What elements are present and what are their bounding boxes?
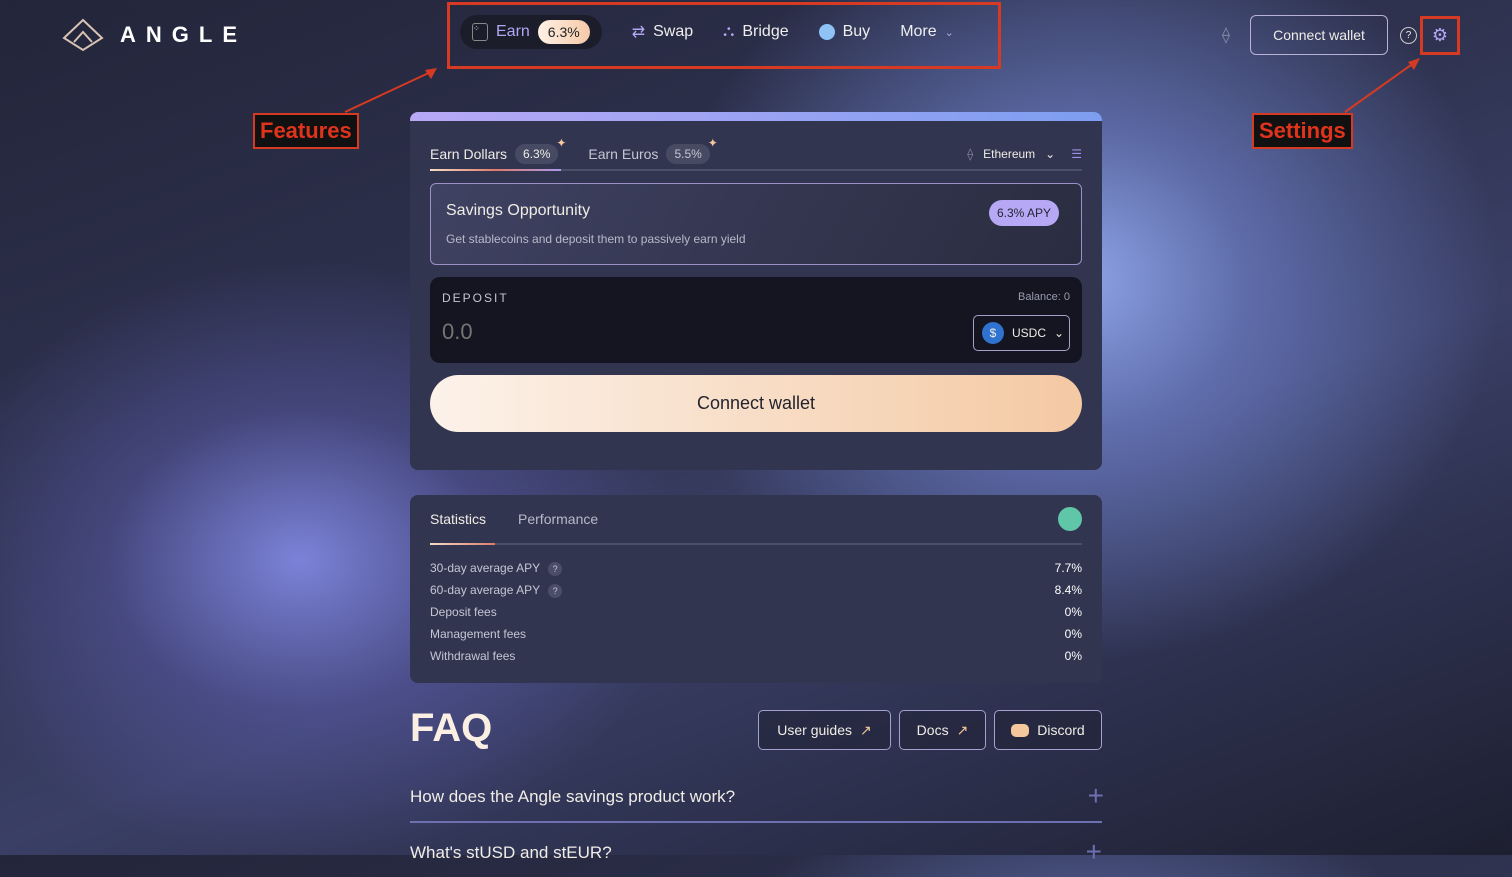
stat-value: 8.4% bbox=[1054, 583, 1082, 597]
faq-item[interactable]: How does the Angle savings product work?… bbox=[410, 780, 1104, 823]
opportunity-subtitle: Get stablecoins and deposit them to pass… bbox=[446, 232, 746, 246]
usdc-icon: $ bbox=[982, 322, 1004, 344]
network-label: Ethereum bbox=[983, 147, 1036, 161]
opportunity-title: Savings Opportunity bbox=[446, 202, 591, 219]
tab-statistics[interactable]: Statistics bbox=[430, 511, 486, 527]
faq-item[interactable]: What's stUSD and stEUR? + bbox=[410, 836, 1102, 877]
active-tab-indicator bbox=[430, 543, 495, 545]
tab-earn-euros[interactable]: Earn Euros 5.5% bbox=[588, 136, 718, 164]
stat-label: 30-day average APY bbox=[430, 560, 541, 575]
tab-badge: 6.3% bbox=[515, 136, 567, 164]
deposit-panel: DEPOSIT Balance: 0 $ USDC ⌄ bbox=[430, 277, 1082, 363]
ethereum-icon: ⟠ bbox=[967, 147, 974, 161]
token-selector[interactable]: $ USDC ⌄ bbox=[973, 315, 1070, 351]
faq-title: FAQ bbox=[410, 706, 493, 750]
button-label: Discord bbox=[1037, 722, 1085, 738]
deposit-label: DEPOSIT bbox=[442, 291, 509, 305]
tab-label: Earn Euros bbox=[588, 146, 659, 162]
savings-opportunity-box: Savings Opportunity Get stablecoins and … bbox=[430, 183, 1082, 265]
stat-value: 0% bbox=[1064, 605, 1082, 619]
plus-icon: + bbox=[1087, 780, 1104, 811]
stat-value: 0% bbox=[1064, 649, 1082, 663]
chevron-down-icon: ⌄ bbox=[1045, 147, 1056, 161]
card-accent-bar bbox=[410, 112, 1102, 121]
settings-annotation: Settings bbox=[1252, 113, 1353, 149]
tab-performance[interactable]: Performance bbox=[518, 511, 598, 527]
statistics-card: Statistics Performance 30-day average AP… bbox=[410, 495, 1102, 683]
stat-row: Management fees 0% bbox=[430, 623, 1082, 645]
stats-tabs: Statistics Performance bbox=[430, 495, 1082, 545]
stat-value: 0% bbox=[1064, 627, 1082, 641]
user-guides-button[interactable]: User guides ↗ bbox=[758, 710, 891, 750]
stat-label: Deposit fees bbox=[430, 605, 497, 619]
docs-button[interactable]: Docs ↗ bbox=[899, 710, 986, 750]
faq-question: How does the Angle savings product work? bbox=[410, 787, 736, 806]
stat-row: Withdrawal fees 0% bbox=[430, 645, 1082, 667]
balance-text: Balance: 0 bbox=[1018, 291, 1070, 303]
tab-label: Earn Dollars bbox=[430, 146, 508, 162]
network-selector[interactable]: ⟠ Ethereum ⌄ ☰ bbox=[967, 147, 1082, 161]
token-label: USDC bbox=[1012, 326, 1047, 340]
button-label: User guides bbox=[777, 722, 852, 738]
discord-icon bbox=[1011, 723, 1030, 737]
connect-wallet-main-button[interactable]: Connect wallet bbox=[430, 375, 1082, 432]
help-icon[interactable]: ? bbox=[548, 583, 563, 598]
chevron-down-icon: ⌄ bbox=[1054, 326, 1065, 340]
discord-button[interactable]: Discord bbox=[994, 710, 1102, 750]
stat-label: Withdrawal fees bbox=[430, 649, 516, 663]
earn-tabs: Earn Dollars 6.3% Earn Euros 5.5% ⟠ Ethereu… bbox=[430, 136, 1082, 171]
plus-icon: + bbox=[1085, 836, 1102, 867]
features-annotation: Features bbox=[253, 113, 359, 149]
stat-value: 7.7% bbox=[1054, 561, 1082, 575]
stat-label: Management fees bbox=[430, 627, 527, 641]
earn-card: Earn Dollars 6.3% Earn Euros 5.5% ⟠ Ethereu… bbox=[410, 112, 1102, 470]
filter-sliders-icon[interactable]: ☰ bbox=[1071, 147, 1082, 161]
stat-row: 30-day average APY? 7.7% bbox=[430, 557, 1082, 579]
faq-question: What's stUSD and stEUR? bbox=[410, 843, 612, 862]
tab-badge: 5.5% bbox=[666, 136, 718, 164]
stats-list: 30-day average APY? 7.7% 60-day average A… bbox=[430, 557, 1082, 667]
apy-badge: 6.3% APY bbox=[988, 200, 1059, 226]
stat-row: Deposit fees 0% bbox=[430, 601, 1082, 623]
deposit-amount-input[interactable] bbox=[442, 319, 842, 345]
help-icon[interactable]: ? bbox=[548, 561, 563, 576]
stat-row: 60-day average APY? 8.4% bbox=[430, 579, 1082, 601]
active-tab-indicator bbox=[430, 169, 561, 171]
button-label: Docs bbox=[916, 722, 949, 738]
usd-token-icon bbox=[1058, 507, 1082, 531]
external-link-icon: ↗ bbox=[956, 721, 969, 738]
tab-earn-dollars[interactable]: Earn Dollars 6.3% bbox=[430, 136, 567, 164]
stat-label: 60-day average APY bbox=[430, 582, 541, 597]
external-link-icon: ↗ bbox=[859, 721, 872, 738]
